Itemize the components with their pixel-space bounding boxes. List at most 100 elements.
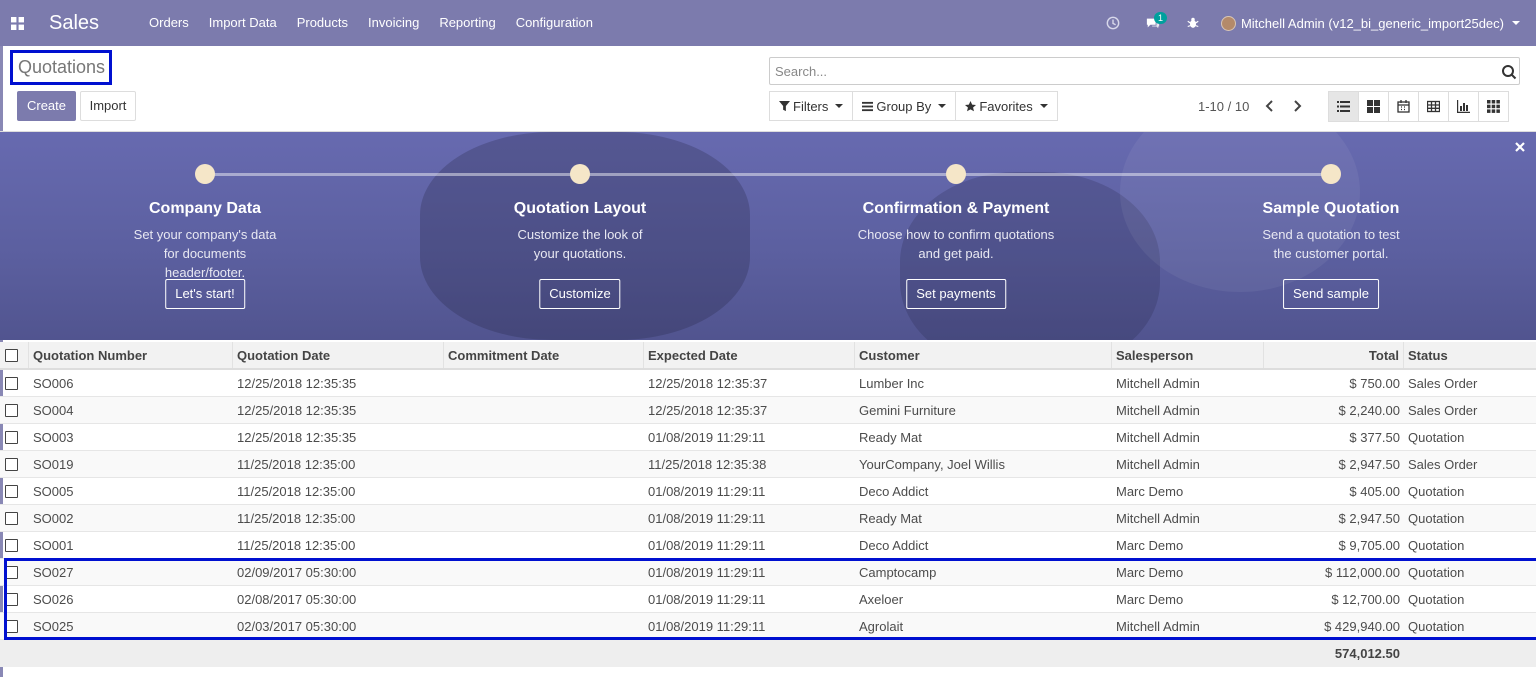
row-checkbox[interactable] <box>5 403 18 417</box>
search-options: Filters Group By Favorites <box>769 91 1058 121</box>
search-box <box>769 57 1520 85</box>
control-panel: Quotations Create Import Filters Group B… <box>0 46 1536 132</box>
customer-cell: Ready Mat <box>859 430 922 445</box>
table-row[interactable]: SO004 12/25/2018 12:35:35 12/25/2018 12:35… <box>0 397 1536 424</box>
commitment-date-cell <box>444 613 644 639</box>
bar-chart-icon <box>1457 100 1470 113</box>
kanban-icon <box>1367 100 1380 113</box>
row-select-cell <box>0 424 29 450</box>
row-checkbox[interactable] <box>5 376 18 390</box>
groupby-button[interactable]: Group By <box>852 91 957 121</box>
table-row[interactable]: SO026 02/08/2017 05:30:00 01/08/2019 11:29… <box>0 586 1536 613</box>
calendar-icon <box>1397 100 1410 113</box>
expected-date-cell: 11/25/2018 12:35:38 <box>648 457 767 472</box>
quotation-date-cell: 02/09/2017 05:30:00 <box>237 565 357 580</box>
favorites-button[interactable]: Favorites <box>955 91 1058 121</box>
table-row[interactable]: SO019 11/25/2018 12:35:00 11/25/2018 12:35… <box>0 451 1536 478</box>
progress-line <box>205 173 1332 176</box>
bars-icon <box>862 101 874 111</box>
table-row[interactable]: SO002 11/25/2018 12:35:00 01/08/2019 11:29… <box>0 505 1536 532</box>
table-row[interactable]: SO001 11/25/2018 12:35:00 01/08/2019 11:29… <box>0 532 1536 559</box>
menu-reporting[interactable]: Reporting <box>429 0 505 46</box>
customer-cell: Axeloer <box>859 592 904 607</box>
select-all-checkbox[interactable] <box>5 348 18 362</box>
expected-date-cell: 12/25/2018 12:35:37 <box>648 403 768 418</box>
row-checkbox[interactable] <box>5 430 18 444</box>
pager-value[interactable]: 1-10 / 10 <box>1198 99 1249 114</box>
table-footer: 574,012.50 <box>0 640 1536 667</box>
row-select-cell <box>0 370 29 396</box>
status-cell: Sales Order <box>1408 376 1478 391</box>
commitment-date-cell <box>444 505 644 531</box>
kanban-view-button[interactable] <box>1358 91 1389 122</box>
calendar-view-button[interactable] <box>1388 91 1419 122</box>
step-title: Sample Quotation <box>1262 200 1400 217</box>
status-cell: Quotation <box>1408 592 1465 607</box>
status-cell: Quotation <box>1408 511 1465 526</box>
commitment-date-cell <box>444 397 644 423</box>
table-row[interactable]: SO027 02/09/2017 05:30:00 01/08/2019 11:29… <box>0 559 1536 586</box>
expected-date-cell: 01/08/2019 11:29:11 <box>648 484 766 499</box>
menu-import-data[interactable]: Import Data <box>199 0 287 46</box>
apps-menu-icon[interactable] <box>0 0 34 46</box>
search-icon[interactable] <box>1501 64 1517 80</box>
quotation-number-cell: SO001 <box>33 538 74 553</box>
close-icon[interactable] <box>1515 142 1525 152</box>
app-title[interactable]: Sales <box>49 12 99 35</box>
column-header[interactable]: Total <box>1264 342 1404 368</box>
row-checkbox[interactable] <box>5 538 18 552</box>
customize-button[interactable]: Customize <box>539 279 621 309</box>
row-checkbox[interactable] <box>5 457 18 471</box>
quotation-number-cell: SO006 <box>33 376 74 391</box>
row-checkbox[interactable] <box>5 484 18 498</box>
status-cell: Quotation <box>1408 538 1465 553</box>
search-input[interactable] <box>770 58 1470 84</box>
footer-cell <box>233 640 444 667</box>
messages-icon[interactable]: 1 <box>1133 0 1173 46</box>
menu-configuration[interactable]: Configuration <box>506 0 603 46</box>
import-button[interactable]: Import <box>80 91 136 121</box>
messages-badge: 1 <box>1153 12 1167 24</box>
menu-products[interactable]: Products <box>287 0 358 46</box>
list-view-button[interactable] <box>1328 91 1359 122</box>
footer-cell <box>855 640 1112 667</box>
send-sample-button[interactable]: Send sample <box>1283 279 1379 309</box>
debug-bug-icon[interactable] <box>1173 0 1213 46</box>
set-payments-button[interactable]: Set payments <box>906 279 1006 309</box>
grid-view-button[interactable] <box>1478 91 1509 122</box>
column-header[interactable]: Status <box>1404 342 1536 368</box>
commitment-date-cell <box>444 532 644 558</box>
step-description: Send a quotation to test the customer po… <box>1262 227 1400 261</box>
column-header[interactable]: Customer <box>855 342 1112 368</box>
lets-start-button[interactable]: Let's start! <box>165 279 245 309</box>
chevron-left-icon[interactable] <box>1264 100 1276 112</box>
menu-invoicing[interactable]: Invoicing <box>358 0 429 46</box>
row-checkbox[interactable] <box>5 592 18 606</box>
quotation-number-cell: SO002 <box>33 511 74 526</box>
filters-button[interactable]: Filters <box>769 91 854 121</box>
column-header[interactable]: Quotation Number <box>29 342 233 368</box>
table-row[interactable]: SO006 12/25/2018 12:35:35 12/25/2018 12:35… <box>0 370 1536 397</box>
row-checkbox[interactable] <box>5 565 18 579</box>
grand-total: 574,012.50 <box>1334 646 1400 661</box>
row-checkbox[interactable] <box>5 619 18 633</box>
pivot-view-button[interactable] <box>1418 91 1449 122</box>
graph-view-button[interactable] <box>1448 91 1479 122</box>
user-menu[interactable]: Mitchell Admin (v12_bi_generic_import25d… <box>1213 0 1536 46</box>
table-row[interactable]: SO005 11/25/2018 12:35:00 01/08/2019 11:29… <box>0 478 1536 505</box>
column-header[interactable]: Quotation Date <box>233 342 444 368</box>
row-select-cell <box>0 532 29 558</box>
step-dot <box>1321 164 1341 184</box>
activity-clock-icon[interactable] <box>1093 0 1133 46</box>
expected-date-cell: 01/08/2019 11:29:11 <box>648 430 766 445</box>
column-header[interactable]: Expected Date <box>644 342 855 368</box>
row-checkbox[interactable] <box>5 511 18 525</box>
quotation-date-cell: 12/25/2018 12:35:35 <box>237 376 357 391</box>
column-header[interactable]: Commitment Date <box>444 342 644 368</box>
table-row[interactable]: SO025 02/03/2017 05:30:00 01/08/2019 11:29… <box>0 613 1536 640</box>
table-row[interactable]: SO003 12/25/2018 12:35:35 01/08/2019 11:29… <box>0 424 1536 451</box>
create-button[interactable]: Create <box>17 91 76 121</box>
menu-orders[interactable]: Orders <box>139 0 199 46</box>
chevron-right-icon[interactable] <box>1291 100 1303 112</box>
column-header[interactable]: Salesperson <box>1112 342 1264 368</box>
